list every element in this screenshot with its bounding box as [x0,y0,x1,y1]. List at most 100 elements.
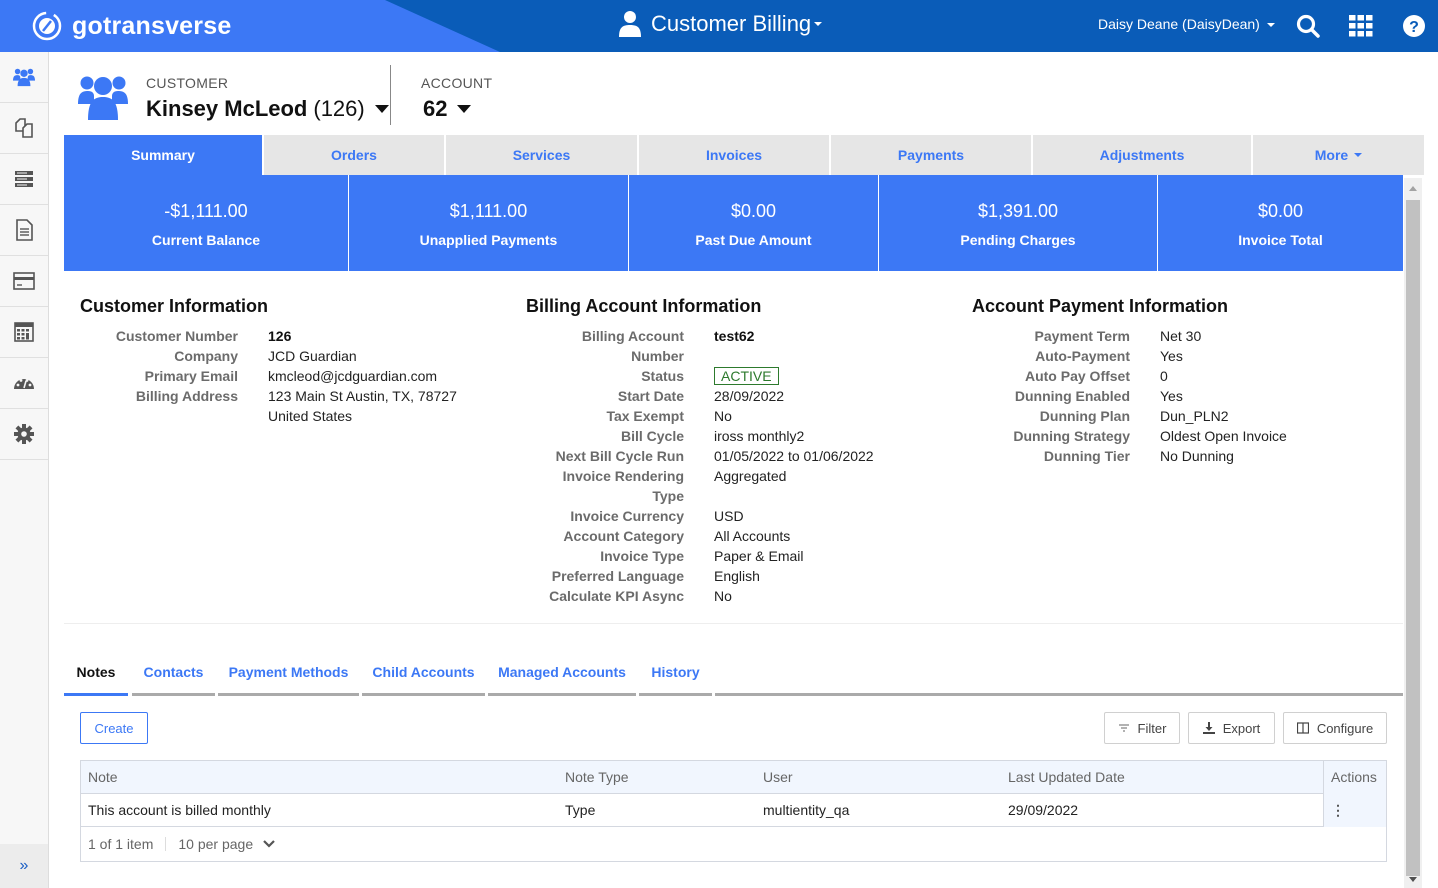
column-header-last-updated-date[interactable]: Last Updated Date [1001,761,1125,793]
tab-services[interactable]: Services [446,135,639,175]
customer-header: CUSTOMER Kinsey McLeod (126) ACCOUNT 62 [64,60,1424,135]
tab-adjustments[interactable]: Adjustments [1033,135,1253,175]
tab-label: Invoices [705,147,763,163]
gotransverse-logo-icon [32,11,62,41]
field-label: Dunning Strategy [1013,428,1130,444]
scroll-up-icon[interactable] [1409,186,1417,191]
tab-summary[interactable]: Summary [64,135,264,175]
sidebar-item-settings[interactable] [0,409,48,460]
subtab-contacts[interactable]: Contacts [132,658,215,696]
account-selector[interactable]: 62 [423,96,472,122]
chevron-down-icon[interactable] [263,839,275,849]
field-value: Yes [1160,388,1183,404]
field-label: Type [652,488,684,504]
button-label: Filter [1137,720,1167,736]
note-cell: This account is billed monthly [88,802,271,818]
field-label: Billing Account [581,328,684,344]
subtab-payment-methods[interactable]: Payment Methods [218,658,359,696]
kpi-pending-charges[interactable]: $1,391.00 Pending Charges [879,175,1158,271]
page-scrollbar[interactable] [1404,178,1422,888]
help-icon[interactable]: ? [1401,13,1427,39]
services-icon [15,171,33,187]
row-actions-kebab-icon[interactable]: ⋮ [1324,794,1345,826]
field-value: Dun_PLN2 [1160,408,1229,424]
field-value: Paper & Email [714,548,804,564]
scrollbar-thumb[interactable] [1406,200,1420,876]
search-icon[interactable] [1295,13,1321,39]
sidebar-item-dashboard[interactable] [0,358,48,409]
field-label: Invoice Rendering [562,468,684,484]
page-size-selector[interactable]: 10 per page [178,836,253,852]
kpi-invoice-total[interactable]: $0.00 Invoice Total [1158,175,1403,271]
kpi-current-balance[interactable]: -$1,111.00 Current Balance [64,175,349,271]
tab-label: Payments [897,147,965,163]
customer-selector[interactable]: Kinsey McLeod (126) [146,96,389,122]
filter-icon [1118,724,1129,732]
settings-gear-icon [14,424,34,444]
subtab-managed-accounts[interactable]: Managed Accounts [488,658,636,696]
tab-label: Orders [331,147,377,163]
kpi-value: $0.00 [1257,201,1304,221]
sidebar-item-billing-calculator[interactable] [0,307,48,358]
field-value: 0 [1160,368,1168,384]
field-value: United States [268,408,353,424]
primary-email: kmcleod@jcdguardian.com [268,368,438,384]
field-label: Invoice Type [600,548,684,564]
info-row: Bill Cycle iross monthly2 [526,426,874,446]
field-value: No [714,408,732,424]
field-label: Auto-Payment [1035,348,1130,364]
columns-icon [1296,722,1309,734]
subtab-child-accounts[interactable]: Child Accounts [362,658,485,696]
column-header-actions: Actions [1331,769,1377,785]
sidebar-item-payments[interactable] [0,256,48,307]
subtab-underline [715,693,1403,696]
account-number: 62 [423,96,448,121]
kpi-unapplied-payments[interactable]: $1,111.00 Unapplied Payments [349,175,629,271]
configure-button[interactable]: Configure [1283,712,1387,744]
double-chevron-right-icon: » [19,857,29,874]
create-note-button[interactable]: Create [80,712,148,744]
column-header-note[interactable]: Note [81,761,118,793]
info-row: Primary Email kmcleod@jcdguardian.com [80,366,457,386]
table-row[interactable]: This account is billed monthly Type mult… [81,794,1386,827]
tab-more[interactable]: More [1253,135,1424,175]
apps-grid-icon[interactable] [1348,13,1374,39]
field-value: Aggregated [714,468,787,484]
info-row: Billing Address 123 Main St Austin, TX, 7… [80,386,457,406]
brand-logo[interactable]: gotransverse [30,9,231,43]
info-row: Status ACTIVE [526,366,874,386]
tab-orders[interactable]: Orders [264,135,446,175]
sidebar-item-services[interactable] [0,154,48,205]
customer-info-title: Customer Information [80,296,269,316]
notes-table: Note Note Type User Last Updated Date Th… [80,760,1387,862]
button-label: Export [1222,720,1261,736]
field-label: Number [631,348,684,364]
app-switcher[interactable]: Customer Billing [618,10,823,38]
field-label: Primary Email [144,368,238,384]
main-tabs: Summary Orders Services Invoices Payment… [64,135,1424,175]
subtab-notes[interactable]: Notes [64,658,128,696]
field-label: Tax Exempt [606,408,684,424]
export-button[interactable]: Export [1188,712,1275,744]
sidebar-item-invoices[interactable] [0,205,48,256]
info-row: Payment Term Net 30 [972,326,1287,346]
tab-invoices[interactable]: Invoices [639,135,831,175]
sidebar-item-customers[interactable] [0,52,48,103]
sidebar-item-orders[interactable] [0,103,48,154]
field-label: Auto Pay Offset [1024,368,1130,384]
user-menu[interactable]: Daisy Deane (DaisyDean) [1098,16,1275,32]
tab-payments[interactable]: Payments [831,135,1033,175]
scroll-down-icon[interactable] [1409,877,1417,882]
user-cell: multientity_qa [763,802,850,818]
column-header-note-type[interactable]: Note Type [558,761,629,793]
field-value: All Accounts [714,528,791,544]
status-badge: ACTIVE [714,367,779,385]
subtab-history[interactable]: History [639,658,712,696]
filter-button[interactable]: Filter [1104,712,1180,744]
column-header-user[interactable]: User [756,761,793,793]
expand-sidebar-button[interactable]: » [0,844,48,888]
pagination: 1 of 1 item 10 per page [88,827,275,861]
field-value: Yes [1160,348,1183,364]
kpi-past-due-amount[interactable]: $0.00 Past Due Amount [629,175,879,271]
download-icon [1202,722,1215,734]
